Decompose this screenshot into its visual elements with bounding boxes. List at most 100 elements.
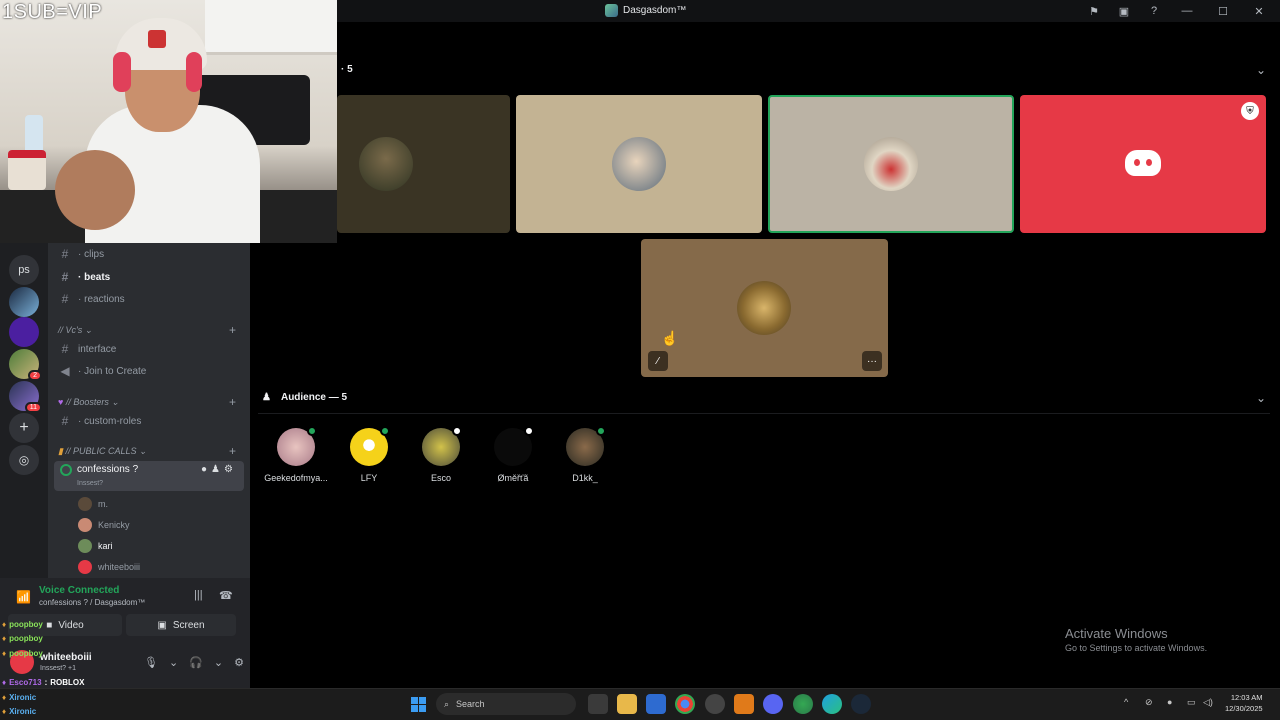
settings-icon[interactable]: ⚙ — [224, 464, 233, 475]
voice-user[interactable]: whiteeboiii — [78, 558, 140, 576]
screen-button[interactable]: ▣ Screen — [126, 614, 236, 636]
screen-share-icon[interactable]: ▣ — [1116, 3, 1132, 19]
user-name[interactable]: whiteeboiii — [40, 652, 92, 663]
server-icon[interactable]: 11 — [9, 381, 42, 413]
webcam-window — [205, 0, 337, 55]
audience-member[interactable]: LFY — [332, 426, 406, 483]
add-server-icon[interactable]: + — [9, 413, 39, 443]
server-icon-ps[interactable]: ps — [9, 255, 39, 285]
chevron-down-icon[interactable]: ⌄ — [169, 656, 178, 669]
server-icon[interactable] — [9, 287, 39, 317]
chevron-down-icon[interactable]: ⌄ — [1256, 63, 1266, 77]
screen-icon: ▣ — [157, 619, 167, 631]
steam-icon[interactable] — [851, 694, 871, 714]
speaker-tile[interactable] — [516, 95, 762, 233]
moderator-shield-icon: ⛨ — [1241, 102, 1259, 120]
chat-message: ♦ poopboy — [2, 649, 46, 658]
file-explorer-icon[interactable] — [617, 694, 637, 714]
voice-user-name: Kenicky — [98, 520, 130, 530]
chat-message: ♦ Xironic — [2, 693, 39, 702]
category-public-calls[interactable]: ▮ // PUBLIC CALLS ⌄ + — [58, 443, 244, 459]
voice-user[interactable]: Kenicky — [78, 516, 130, 534]
speaker-tile[interactable] — [337, 95, 510, 233]
edge-icon[interactable] — [822, 694, 842, 714]
maximize-button[interactable]: ☐ — [1212, 5, 1234, 18]
microphone-icon[interactable]: ● — [1167, 697, 1172, 707]
channel-reactions[interactable]: # · reactions — [56, 289, 242, 309]
microphone-icon[interactable]: 🎙 — [144, 656, 158, 669]
noise-suppression-icon[interactable]: ||| — [194, 589, 203, 601]
add-channel-icon[interactable]: + — [229, 395, 236, 409]
logo-eye — [1134, 159, 1140, 166]
voice-user[interactable]: m. — [78, 495, 108, 513]
server-icon[interactable]: 2 — [9, 349, 42, 381]
chrome-icon[interactable] — [675, 694, 695, 714]
bullet-icon: ♦ — [2, 678, 7, 687]
status-indicator — [307, 426, 317, 436]
channel-interface[interactable]: # interface — [56, 339, 242, 359]
audience-member[interactable]: D1kk_ — [548, 426, 622, 483]
avatar — [612, 137, 666, 191]
tray-icon[interactable]: ⊘ — [1145, 697, 1153, 708]
invite-icon[interactable]: ♟ — [211, 464, 220, 475]
watermark-subtitle: Go to Settings to activate Windows. — [1065, 643, 1208, 653]
bullet-icon: ♦ — [2, 693, 7, 702]
channel-custom-roles[interactable]: # · custom-roles — [56, 411, 242, 431]
help-icon[interactable]: ? — [1146, 3, 1162, 19]
webcam-person-arm — [55, 150, 135, 230]
chat-icon[interactable]: ● — [201, 464, 207, 475]
windows-start-icon[interactable] — [411, 697, 426, 712]
signal-icon: 📶 — [16, 590, 31, 604]
hash-icon: # — [61, 292, 69, 306]
store-icon[interactable] — [646, 694, 666, 714]
task-view-icon[interactable] — [588, 694, 608, 714]
channel-label: custom-roles — [84, 415, 142, 427]
chat-message: ♦ Xironic — [2, 707, 39, 716]
disconnect-icon[interactable]: ☎ — [219, 589, 233, 602]
app-icon[interactable] — [793, 694, 813, 714]
audience-member-name: Øměřťã — [497, 473, 529, 483]
add-channel-icon[interactable]: + — [229, 444, 236, 458]
volume-icon[interactable]: ◁) — [1203, 697, 1213, 708]
speaker-tile[interactable]: ⁄ ··· — [641, 239, 888, 377]
audience-header: ♟ Audience — 5 — [262, 392, 347, 403]
minimize-button[interactable]: — — [1176, 5, 1198, 17]
clock-date: 12/30/2025 — [1225, 704, 1263, 713]
webcam-headset — [186, 52, 202, 92]
channel-beats[interactable]: # · beats — [56, 267, 242, 287]
taskbar-search[interactable]: ⌕ Search — [436, 693, 576, 715]
close-button[interactable]: ✕ — [1248, 5, 1270, 18]
chevron-down-icon[interactable]: ⌄ — [214, 656, 223, 669]
flag-icon[interactable]: ⚑ — [1086, 3, 1102, 19]
channel-join-to-create[interactable]: ◀ · Join to Create — [56, 361, 242, 381]
voice-status[interactable]: Voice Connected — [39, 585, 119, 596]
chat-user: poopboy — [9, 649, 43, 658]
speaker-tile[interactable]: ⛨ — [1020, 95, 1266, 233]
headphones-icon[interactable]: 🎧 — [189, 656, 203, 669]
status-indicator — [596, 426, 606, 436]
app-icon[interactable] — [734, 694, 754, 714]
chevron-down-icon[interactable]: ⌄ — [1256, 391, 1266, 405]
discord-taskbar-icon[interactable] — [763, 694, 783, 714]
add-channel-icon[interactable]: + — [229, 323, 236, 337]
discover-icon[interactable]: ◎ — [9, 445, 39, 475]
audience-member[interactable]: Geekedofmya... — [259, 426, 333, 483]
voice-location[interactable]: confessions ? / Dasgasdom™ — [39, 598, 145, 607]
network-icon[interactable]: ▭ — [1187, 697, 1196, 708]
settings-icon[interactable]: ⚙ — [234, 656, 244, 669]
taskbar-clock[interactable]: 12:03 AM 12/30/2025 — [1225, 692, 1263, 714]
app-icon[interactable] — [705, 694, 725, 714]
category-label: // Vc's — [58, 325, 83, 335]
audience-member[interactable]: Esco — [404, 426, 478, 483]
server-icon[interactable] — [9, 317, 39, 347]
category-boosters[interactable]: ♥ // Boosters ⌄ + — [58, 394, 244, 410]
voice-user[interactable]: kari — [78, 537, 113, 555]
category-vcs[interactable]: // Vc's ⌄ + — [58, 322, 244, 338]
more-options-icon[interactable]: ··· — [862, 351, 882, 371]
video-label: Video — [58, 619, 84, 631]
channel-clips[interactable]: # · clips — [56, 244, 242, 264]
tray-chevron-icon[interactable]: ^ — [1124, 697, 1128, 707]
speaker-tile-speaking[interactable] — [768, 95, 1014, 233]
avatar — [78, 518, 92, 532]
audience-member[interactable]: Øměřťã — [476, 426, 550, 483]
